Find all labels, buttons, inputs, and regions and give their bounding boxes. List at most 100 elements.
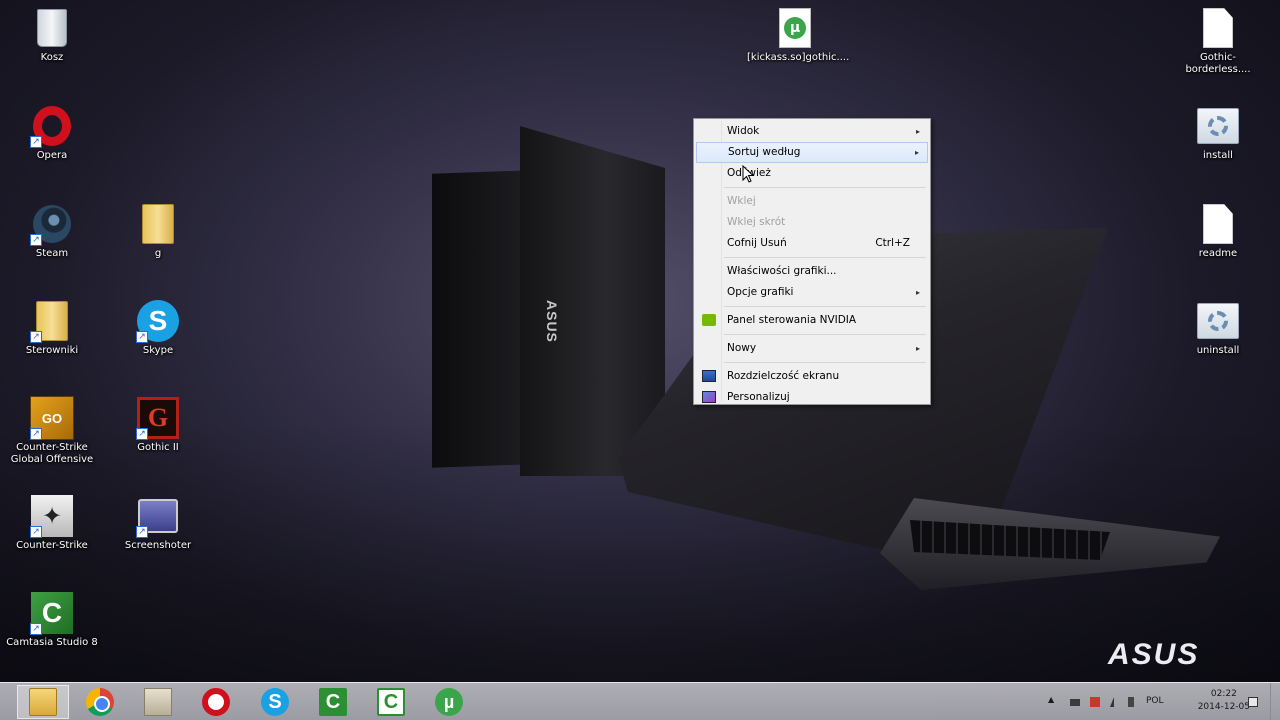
language-indicator[interactable]: POL	[1146, 696, 1164, 706]
desktop-icon-label: [kickass.so]gothic....	[747, 52, 850, 63]
desktop-icon-screenshoter[interactable]: ↗ Screenshoter	[110, 494, 206, 552]
wallpaper-laptop-lid-standing	[520, 126, 665, 476]
menu-item-cofnij-usun[interactable]: Cofnij Usuń Ctrl+Z	[696, 233, 928, 254]
desktop-icon-label: Skype	[142, 345, 174, 356]
shortcut-arrow-icon: ↗	[30, 331, 42, 343]
desktop-context-menu: Widok ▸ Sortuj według ▸ Odśwież Wklej Wk…	[693, 118, 931, 405]
menu-item-nowy[interactable]: Nowy ▸	[696, 338, 928, 359]
show-hidden-icons-button[interactable]: ▲	[1048, 695, 1054, 704]
taskbar-files[interactable]	[132, 685, 184, 719]
desktop-icon-label: Gothic II	[137, 442, 179, 453]
menu-item-label: Opcje grafiki	[727, 286, 794, 298]
menu-item-label: Widok	[727, 125, 760, 137]
network-error-icon[interactable]	[1090, 697, 1100, 707]
desktop-icon-install[interactable]: install	[1170, 104, 1266, 162]
wallpaper-laptop-logo: ASUS	[544, 300, 560, 343]
shortcut-arrow-icon: ↗	[30, 234, 42, 246]
menu-item-label: Wklej	[727, 195, 756, 207]
menu-item-panel-nvidia[interactable]: Panel sterowania NVIDIA	[696, 310, 928, 331]
taskbar-skype[interactable]: S	[249, 685, 301, 719]
opera-icon	[202, 688, 230, 716]
taskbar-opera[interactable]	[190, 685, 242, 719]
camtasia-icon: C	[319, 688, 347, 716]
desktop-icon-label: install	[1203, 150, 1233, 161]
show-desktop-button[interactable]	[1270, 683, 1280, 720]
desktop-icon-label: Screenshoter	[124, 540, 192, 551]
desktop-icon-label: uninstall	[1196, 345, 1240, 356]
desktop-icon-counter-strike[interactable]: ✦ ↗ Counter-Strike	[4, 494, 100, 552]
desktop-icon-label: Counter-Strike Global Offensive	[10, 442, 94, 465]
volume-icon[interactable]	[1128, 697, 1134, 707]
shortcut-arrow-icon: ↗	[136, 331, 148, 343]
camtasia-recorder-icon: C	[377, 688, 405, 716]
menu-item-wklej[interactable]: Wklej	[696, 191, 928, 212]
utorrent-icon: µ	[435, 688, 463, 716]
files-icon	[144, 688, 172, 716]
desktop-icon-skype[interactable]: S ↗ Skype	[110, 299, 206, 357]
folder-icon	[142, 204, 174, 244]
notification-icon[interactable]	[1248, 697, 1258, 707]
menu-item-shortcut: Ctrl+Z	[875, 237, 910, 249]
menu-item-label: Rozdzielczość ekranu	[727, 370, 840, 382]
desktop-wallpaper: ASUS ASUS	[0, 0, 1280, 720]
taskbar-file-explorer[interactable]	[17, 685, 69, 719]
desktop-icon-steam[interactable]: ↗ Steam	[4, 202, 100, 260]
desktop-icon-sterowniki[interactable]: ↗ Sterowniki	[4, 299, 100, 357]
menu-item-opcje-grafiki[interactable]: Opcje grafiki ▸	[696, 282, 928, 303]
desktop-icon-g[interactable]: g	[110, 202, 206, 260]
desktop-icon-kosz[interactable]: Kosz	[4, 6, 100, 64]
desktop-icon-csgo[interactable]: GO ↗ Counter-Strike Global Offensive	[4, 396, 100, 466]
desktop-icon-torrent-file[interactable]: µ [kickass.so]gothic....	[747, 6, 850, 64]
wallpaper-laptop-back	[432, 170, 532, 468]
system-tray: ▲ POL 02:22 2014-12-05	[1040, 683, 1280, 720]
torrent-file-icon: µ	[779, 8, 811, 48]
shortcut-arrow-icon: ↗	[30, 623, 42, 635]
menu-item-widok[interactable]: Widok ▸	[696, 121, 928, 142]
submenu-arrow-icon: ▸	[915, 127, 920, 136]
menu-item-label: Wklej skrót	[727, 216, 786, 228]
desktop-icon-gothic-borderless[interactable]: Gothic-borderless....	[1170, 6, 1266, 76]
desktop-icon-uninstall[interactable]: uninstall	[1170, 299, 1266, 357]
system-clock[interactable]: 02:22 2014-12-05	[1198, 688, 1250, 714]
action-center-flag-icon[interactable]	[1070, 699, 1080, 706]
menu-item-label: Cofnij Usuń	[727, 237, 787, 249]
setup-icon	[1197, 303, 1239, 339]
menu-item-personalizuj[interactable]: Personalizuj	[696, 387, 928, 408]
taskbar-camtasia[interactable]: C	[307, 685, 359, 719]
menu-item-rozdzielczosc-ekranu[interactable]: Rozdzielczość ekranu	[696, 366, 928, 387]
menu-item-wlasciwosci-grafiki[interactable]: Właściwości grafiki...	[696, 261, 928, 282]
desktop-icon-camtasia[interactable]: C ↗ Camtasia Studio 8	[4, 591, 100, 649]
desktop-icon-label: Counter-Strike	[16, 540, 88, 551]
menu-item-sortuj-wedlug[interactable]: Sortuj według ▸	[696, 142, 928, 163]
desktop-icon-label: Opera	[36, 150, 68, 161]
desktop-icon-label: Gothic-borderless....	[1185, 52, 1251, 75]
nvidia-icon	[702, 314, 716, 326]
shortcut-arrow-icon: ↗	[30, 428, 42, 440]
desktop-icon-label: readme	[1198, 248, 1238, 259]
taskbar: S C C µ ▲ POL 02:22 2014-12-05	[0, 682, 1280, 720]
menu-item-odswiez[interactable]: Odśwież	[696, 163, 928, 184]
menu-item-label: Właściwości grafiki...	[727, 265, 837, 277]
menu-item-label: Personalizuj	[727, 391, 790, 403]
menu-separator	[724, 187, 926, 188]
desktop-icon-readme[interactable]: readme	[1170, 202, 1266, 260]
menu-item-label: Sortuj według	[728, 146, 801, 158]
chrome-icon	[86, 688, 114, 716]
menu-item-label: Panel sterowania NVIDIA	[727, 314, 857, 326]
submenu-arrow-icon: ▸	[915, 288, 920, 297]
desktop-icon-label: Camtasia Studio 8	[6, 637, 98, 648]
desktop-icon-opera[interactable]: ↗ Opera	[4, 104, 100, 162]
menu-separator	[724, 257, 926, 258]
clock-date: 2014-12-05	[1197, 702, 1250, 712]
shortcut-arrow-icon: ↗	[30, 136, 42, 148]
document-icon	[1203, 204, 1233, 244]
desktop-icon-gothic-ii[interactable]: G ↗ Gothic II	[110, 396, 206, 454]
signal-icon[interactable]	[1110, 697, 1114, 707]
setup-icon	[1197, 108, 1239, 144]
taskbar-camtasia-recorder[interactable]: C	[365, 685, 417, 719]
taskbar-utorrent[interactable]: µ	[423, 685, 475, 719]
shortcut-arrow-icon: ↗	[30, 526, 42, 538]
file-explorer-icon	[29, 688, 57, 716]
menu-item-wklej-skrot[interactable]: Wklej skrót	[696, 212, 928, 233]
taskbar-chrome[interactable]	[74, 685, 126, 719]
